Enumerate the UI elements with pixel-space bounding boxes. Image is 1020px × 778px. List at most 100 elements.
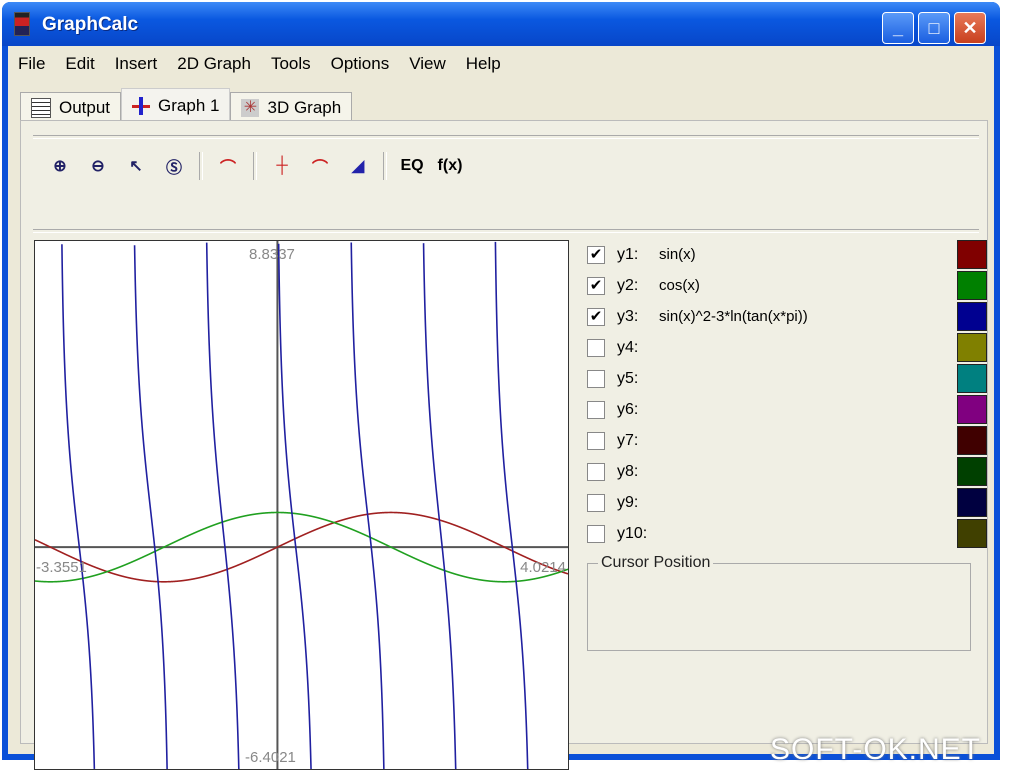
fx-button[interactable]: f(x)	[433, 151, 467, 181]
function-checkbox[interactable]: ✔	[587, 307, 605, 326]
function-checkbox[interactable]: ✔	[587, 276, 605, 295]
function-checkbox[interactable]: ✔	[587, 245, 605, 264]
function-row: y9:	[587, 487, 987, 518]
graph-canvas	[35, 241, 568, 769]
eq-button[interactable]: EQ	[395, 151, 429, 181]
function-expression-input[interactable]: sin(x)^2-3*ln(tan(x*pi))	[659, 306, 977, 328]
function-row: y6:	[587, 394, 987, 425]
menu-insert[interactable]: Insert	[105, 54, 168, 78]
function-row: y8:	[587, 456, 987, 487]
title-bar[interactable]: GraphCalc _ □ ✕	[2, 2, 1000, 46]
function-label: y4:	[617, 338, 639, 356]
divider	[33, 135, 979, 139]
client-area: File Edit Insert 2D Graph Tools Options …	[8, 46, 994, 770]
function-color-swatch[interactable]	[957, 426, 987, 455]
function-curve-y3	[62, 242, 568, 769]
function-color-swatch[interactable]	[957, 488, 987, 517]
tab-bar: Output Graph 1 ✳ 3D Graph	[20, 88, 353, 123]
function-row: y7:	[587, 425, 987, 456]
graph-2d-icon	[132, 97, 151, 115]
cursor-position-title: Cursor Position	[598, 554, 714, 572]
watermark: SOFT-OK.NET	[770, 733, 982, 766]
function-checkbox[interactable]	[587, 493, 605, 512]
function-row: y10:	[587, 518, 987, 549]
function-checkbox[interactable]	[587, 431, 605, 450]
function-label: y8:	[617, 462, 639, 480]
cursor-position-group: Cursor Position	[587, 554, 971, 651]
function-checkbox[interactable]	[587, 400, 605, 419]
function-expression-input[interactable]	[659, 492, 977, 514]
function-color-swatch[interactable]	[957, 302, 987, 331]
close-button[interactable]: ✕	[954, 12, 986, 44]
xmax-label: 4.0214	[520, 559, 566, 576]
menu-view[interactable]: View	[399, 54, 456, 78]
graph-plot[interactable]: 8.8337 -6.4021 -3.3551 4.0214	[34, 240, 569, 770]
function-label: y3:	[617, 307, 639, 325]
menu-edit[interactable]: Edit	[55, 54, 104, 78]
maximize-button[interactable]: □	[918, 12, 950, 44]
function-color-swatch[interactable]	[957, 271, 987, 300]
function-list: ✔ y1: sin(x) ✔ y2: cos(x) ✔ y3: sin(x)^2-3*ln(ta…	[587, 239, 987, 549]
graph-panel: ⊕ ⊖ ↖ Ⓢ ⌒ ┼ ⌒ ◢ EQ f(x) 8.8337 -6.4021 -…	[20, 120, 988, 770]
menu-options[interactable]: Options	[321, 54, 400, 78]
function-color-swatch[interactable]	[957, 240, 987, 269]
function-row: y5:	[587, 363, 987, 394]
function-label: y2:	[617, 276, 639, 294]
function-label: y7:	[617, 431, 639, 449]
zoom-out-icon[interactable]: ⊖	[81, 151, 115, 181]
tangent-icon[interactable]: ⌒	[303, 151, 337, 181]
ymin-label: -6.4021	[245, 749, 296, 766]
function-expression-input[interactable]: cos(x)	[659, 275, 977, 297]
divider	[33, 229, 979, 233]
function-checkbox[interactable]	[587, 338, 605, 357]
zoom-in-icon[interactable]: ⊕	[43, 151, 77, 181]
menu-bar: File Edit Insert 2D Graph Tools Options …	[8, 54, 511, 78]
function-expression-input[interactable]	[659, 523, 977, 545]
function-checkbox[interactable]	[587, 524, 605, 543]
function-label: y5:	[617, 369, 639, 387]
function-expression-input[interactable]	[659, 368, 977, 390]
xmin-label: -3.3551	[36, 559, 87, 576]
trace-icon[interactable]: ┼	[265, 151, 299, 181]
toolbar-separator	[199, 152, 203, 180]
function-color-swatch[interactable]	[957, 395, 987, 424]
function-expression-input[interactable]	[659, 337, 977, 359]
graph-view-icon[interactable]: ⌒	[211, 151, 245, 181]
tab-output[interactable]: Output	[20, 92, 122, 123]
function-color-swatch[interactable]	[957, 333, 987, 362]
function-checkbox[interactable]	[587, 369, 605, 388]
menu-tools[interactable]: Tools	[261, 54, 321, 78]
function-row: ✔ y3: sin(x)^2-3*ln(tan(x*pi))	[587, 301, 987, 332]
function-expression-input[interactable]	[659, 430, 977, 452]
tab-3d-graph[interactable]: ✳ 3D Graph	[230, 92, 353, 123]
app-window: GraphCalc _ □ ✕ File Edit Insert 2D Grap…	[2, 2, 1000, 770]
graph-toolbar: ⊕ ⊖ ↖ Ⓢ ⌒ ┼ ⌒ ◢ EQ f(x)	[43, 151, 467, 181]
function-label: y9:	[617, 493, 639, 511]
toolbar-separator	[383, 152, 387, 180]
function-expression-input[interactable]	[659, 399, 977, 421]
function-row: ✔ y2: cos(x)	[587, 270, 987, 301]
function-expression-input[interactable]	[659, 461, 977, 483]
function-checkbox[interactable]	[587, 462, 605, 481]
menu-2d-graph[interactable]: 2D Graph	[167, 54, 261, 78]
app-icon	[14, 12, 30, 36]
function-color-swatch[interactable]	[957, 519, 987, 548]
graph-3d-icon: ✳	[241, 99, 260, 117]
menu-file[interactable]: File	[8, 54, 55, 78]
function-label: y1:	[617, 245, 639, 263]
function-color-swatch[interactable]	[957, 364, 987, 393]
minimize-button[interactable]: _	[882, 12, 914, 44]
function-row: y4:	[587, 332, 987, 363]
menu-help[interactable]: Help	[456, 54, 511, 78]
function-label: y10:	[617, 524, 648, 542]
window-title: GraphCalc	[42, 14, 139, 35]
zoom-back-icon[interactable]: ↖	[119, 151, 153, 181]
tab-graph-1[interactable]: Graph 1	[121, 88, 231, 123]
function-label: y6:	[617, 400, 639, 418]
toolbar-separator	[253, 152, 257, 180]
zoom-standard-icon[interactable]: Ⓢ	[157, 151, 191, 181]
ymax-label: 8.8337	[249, 246, 295, 263]
function-color-swatch[interactable]	[957, 457, 987, 486]
function-expression-input[interactable]: sin(x)	[659, 244, 977, 266]
integral-icon[interactable]: ◢	[341, 151, 375, 181]
